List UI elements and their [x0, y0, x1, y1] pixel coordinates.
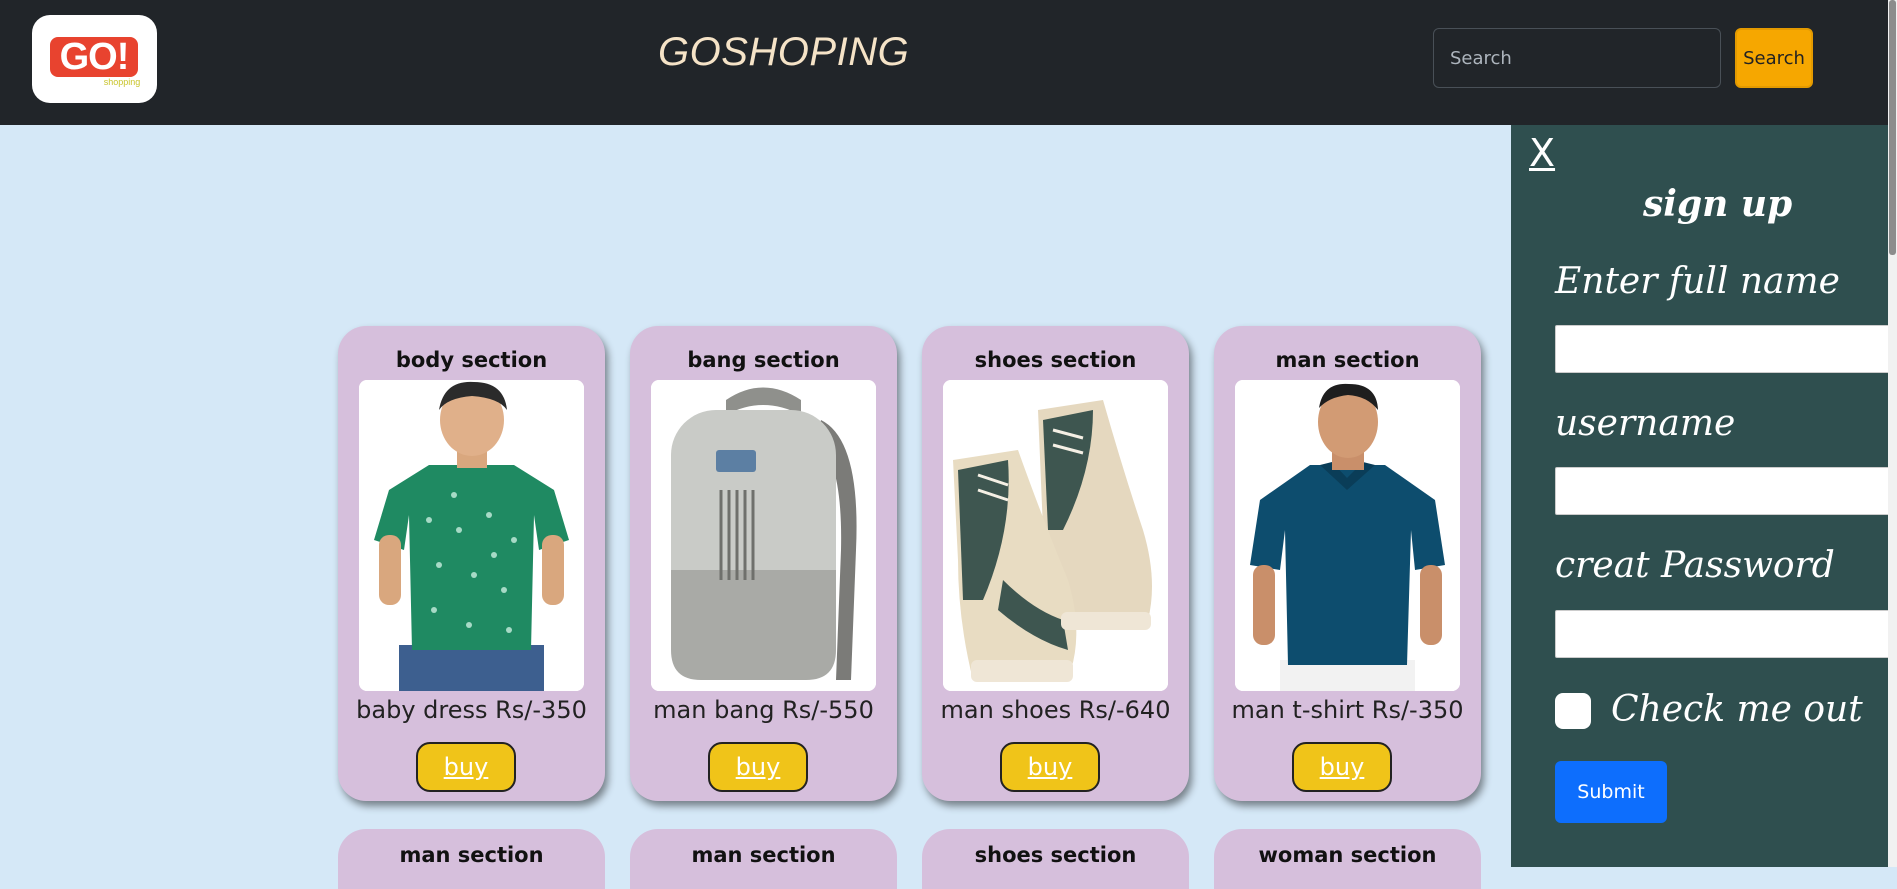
- full-name-field[interactable]: [1555, 325, 1897, 373]
- logo-mark: GO!: [50, 37, 138, 77]
- site-title: GOSHOPING: [658, 30, 910, 74]
- check-me-out-checkbox[interactable]: [1555, 693, 1591, 729]
- submit-button[interactable]: Submit: [1555, 761, 1667, 823]
- product-image-backpack: [651, 380, 876, 691]
- card-section-title: shoes section: [974, 843, 1137, 867]
- password-label: creat Password: [1555, 545, 1835, 586]
- card-section-title: man section: [399, 843, 544, 867]
- product-card: man section man t-shirt Rs/-350 buy: [1214, 326, 1481, 801]
- product-card: shoes section man shoes Rs/-640 buy: [922, 326, 1189, 801]
- buy-button[interactable]: buy: [1000, 742, 1100, 792]
- password-field[interactable]: [1555, 610, 1897, 658]
- username-label: username: [1555, 403, 1736, 444]
- username-field[interactable]: [1555, 467, 1897, 515]
- card-section-title: bang section: [687, 348, 840, 372]
- signup-title: sign up: [1643, 183, 1793, 225]
- product-caption: baby dress Rs/-350: [356, 696, 587, 724]
- signup-panel: X sign up Enter full name username creat…: [1511, 125, 1897, 867]
- product-card: man section: [338, 829, 605, 889]
- buy-button[interactable]: buy: [416, 742, 516, 792]
- top-navbar: GO! shopping GOSHOPING Search: [0, 0, 1897, 125]
- product-card: bang section man bang Rs/-550 buy: [630, 326, 897, 801]
- card-section-title: man section: [691, 843, 836, 867]
- product-caption: man bang Rs/-550: [653, 696, 874, 724]
- card-section-title: woman section: [1258, 843, 1437, 867]
- product-caption: man shoes Rs/-640: [940, 696, 1171, 724]
- scrollbar-thumb[interactable]: [1889, 0, 1896, 255]
- search-button[interactable]: Search: [1735, 28, 1813, 88]
- product-caption: man t-shirt Rs/-350: [1231, 696, 1464, 724]
- card-section-title: body section: [395, 348, 548, 372]
- product-card: shoes section: [922, 829, 1189, 889]
- product-card: body section baby dress Rs/-350 buy: [338, 326, 605, 801]
- buy-button[interactable]: buy: [1292, 742, 1392, 792]
- page-scrollbar[interactable]: [1888, 0, 1897, 867]
- brand-logo[interactable]: GO! shopping: [32, 15, 157, 103]
- buy-button[interactable]: buy: [708, 742, 808, 792]
- logo-subtext: shopping: [103, 77, 141, 87]
- product-image-boy-tshirt: [359, 380, 584, 691]
- card-section-title: man section: [1275, 348, 1420, 372]
- full-name-label: Enter full name: [1555, 261, 1840, 302]
- search-input[interactable]: [1433, 28, 1721, 88]
- check-me-out-label: Check me out: [1611, 689, 1863, 730]
- card-section-title: shoes section: [974, 348, 1137, 372]
- product-image-sneakers: [943, 380, 1168, 691]
- product-card: woman section: [1214, 829, 1481, 889]
- product-card: man section: [630, 829, 897, 889]
- product-image-man-polo: [1235, 380, 1460, 691]
- close-panel-button[interactable]: X: [1529, 131, 1555, 175]
